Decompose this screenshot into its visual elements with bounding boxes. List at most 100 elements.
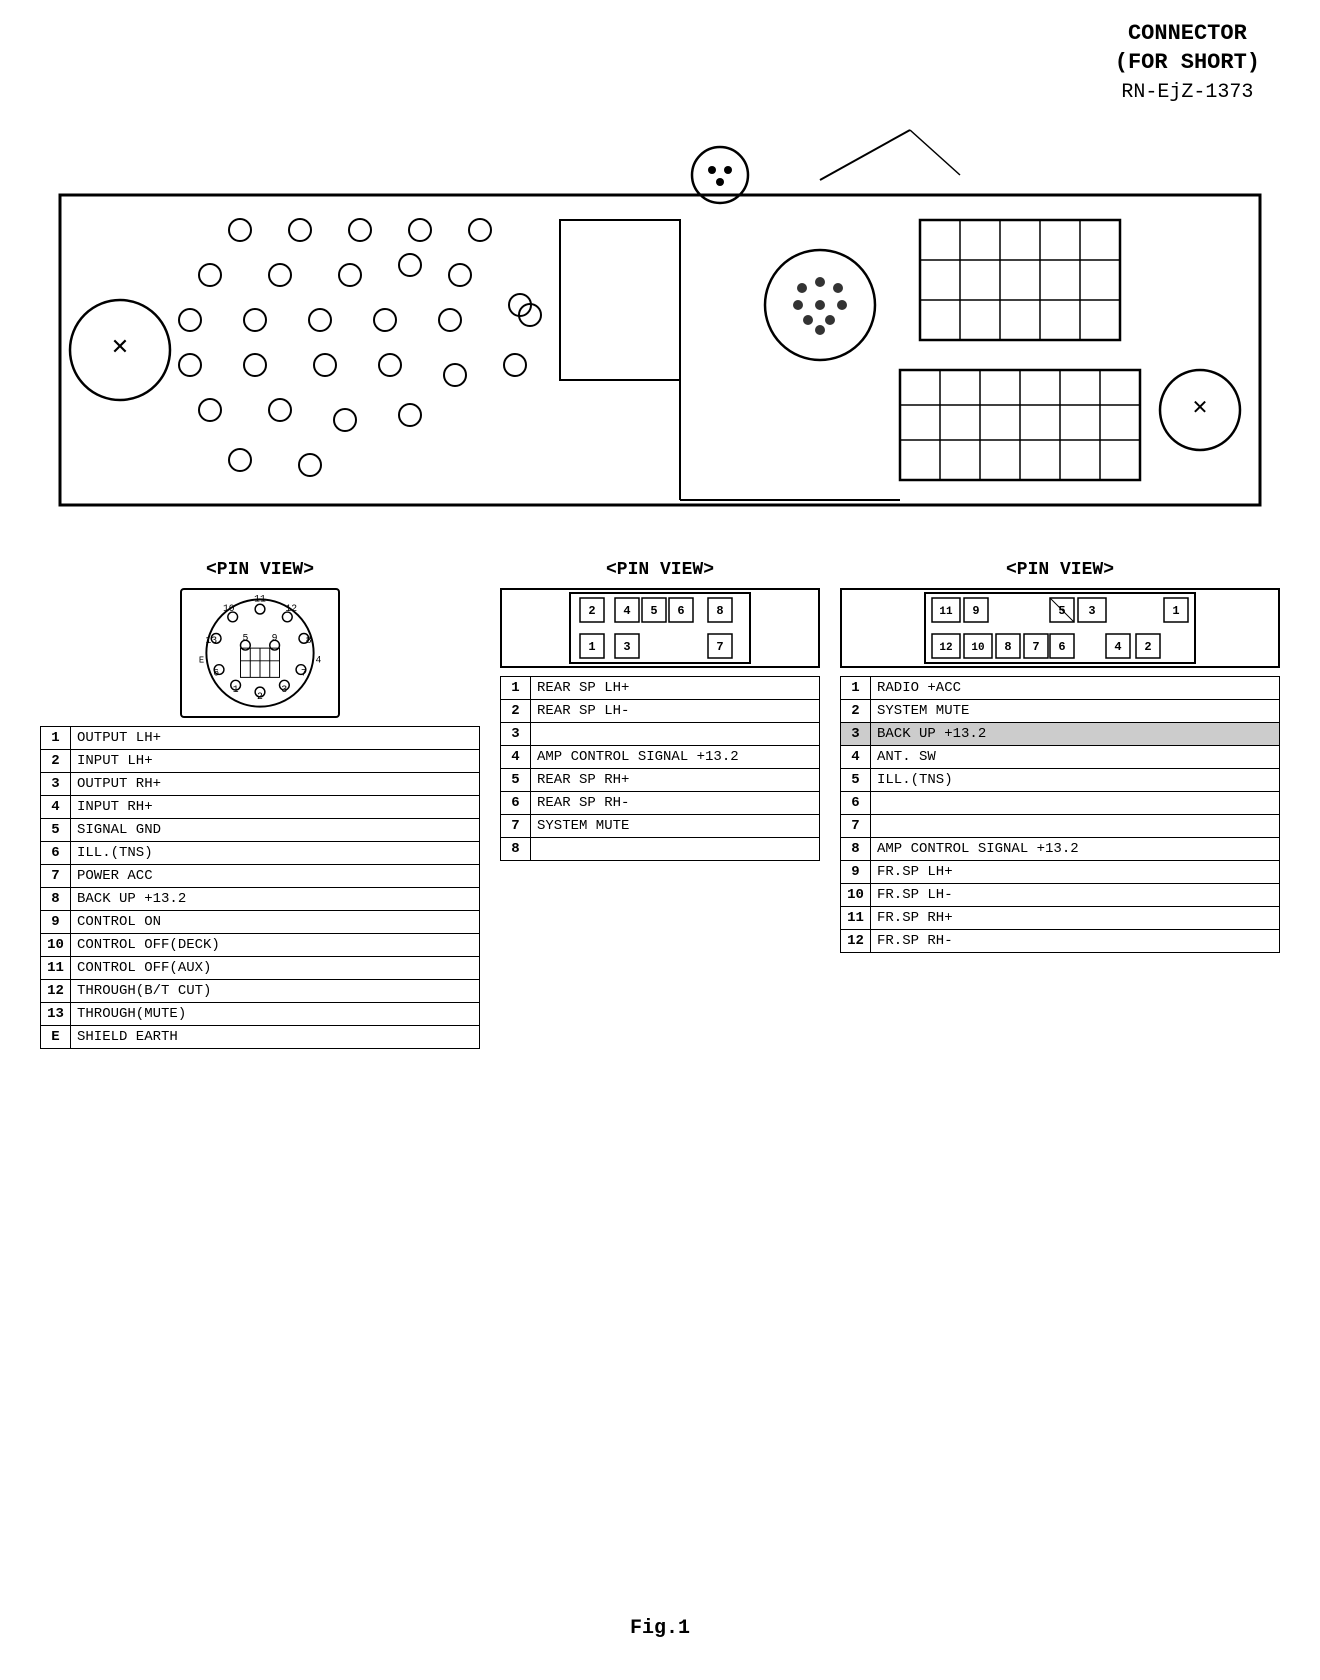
- pin-number: 5: [501, 769, 531, 792]
- pin-number: 10: [841, 884, 871, 907]
- pin-label: OUTPUT LH+: [71, 727, 480, 750]
- pin-number: 2: [501, 700, 531, 723]
- table-row: 1OUTPUT LH+: [41, 727, 480, 750]
- pin-number: 11: [841, 907, 871, 930]
- pin-number: 12: [841, 930, 871, 953]
- table-row: 6ILL.(TNS): [41, 842, 480, 865]
- pin-label: ILL.(TNS): [871, 769, 1280, 792]
- svg-text:2: 2: [588, 604, 595, 618]
- pin-label: THROUGH(MUTE): [71, 1003, 480, 1026]
- svg-text:9: 9: [972, 604, 979, 618]
- table-row: ESHIELD EARTH: [41, 1026, 480, 1049]
- pin-number: 8: [41, 888, 71, 911]
- pin-label: FR.SP RH-: [871, 930, 1280, 953]
- pin-number: 7: [501, 815, 531, 838]
- table-row: 4ANT. SW: [841, 746, 1280, 769]
- device-diagram: ✕ ✕: [40, 120, 1280, 540]
- pin-label: POWER ACC: [71, 865, 480, 888]
- pin-label: REAR SP LH-: [531, 700, 820, 723]
- pin-number: 9: [41, 911, 71, 934]
- svg-text:9: 9: [272, 632, 278, 643]
- table-row: 5ILL.(TNS): [841, 769, 1280, 792]
- svg-text:✕: ✕: [1192, 397, 1209, 419]
- pin-view-center-block: <PIN VIEW> 2 4 5 6 8: [500, 560, 820, 861]
- pin-label: FR.SP LH-: [871, 884, 1280, 907]
- pin-label: SHIELD EARTH: [71, 1026, 480, 1049]
- table-row: 12THROUGH(B/T CUT): [41, 980, 480, 1003]
- table-row: 1REAR SP LH+: [501, 677, 820, 700]
- svg-text:8: 8: [1004, 640, 1011, 654]
- pin-label: BACK UP +13.2: [71, 888, 480, 911]
- right-connector-diagram: 11 9 5 3 1 12 10 8: [840, 588, 1280, 668]
- pin-number: 11: [41, 957, 71, 980]
- svg-text:5: 5: [1058, 604, 1065, 618]
- pin-view-left-title: <PIN VIEW>: [40, 560, 480, 580]
- table-row: 2REAR SP LH-: [501, 700, 820, 723]
- svg-text:7: 7: [716, 640, 723, 654]
- pin-label: REAR SP LH+: [531, 677, 820, 700]
- svg-text:5: 5: [242, 632, 248, 643]
- table-row: 10CONTROL OFF(DECK): [41, 934, 480, 957]
- svg-text:10: 10: [971, 642, 984, 654]
- table-row: 13THROUGH(MUTE): [41, 1003, 480, 1026]
- pin-label: RADIO +ACC: [871, 677, 1280, 700]
- table-row: 5SIGNAL GND: [41, 819, 480, 842]
- pin-label: ANT. SW: [871, 746, 1280, 769]
- pin-number: 3: [501, 723, 531, 746]
- table-row: 4AMP CONTROL SIGNAL +13.2: [501, 746, 820, 769]
- pin-number: 4: [841, 746, 871, 769]
- pin-label: SYSTEM MUTE: [531, 815, 820, 838]
- pin-view-right-block: <PIN VIEW> 11 9 5 3 1: [840, 560, 1280, 953]
- pin-label: ILL.(TNS): [71, 842, 480, 865]
- svg-text:E: E: [199, 656, 204, 666]
- pin-number: 4: [501, 746, 531, 769]
- svg-text:2: 2: [1144, 640, 1151, 654]
- fig-label: Fig.1: [630, 1617, 690, 1640]
- table-row: 7: [841, 815, 1280, 838]
- table-row: 3BACK UP +13.2: [841, 723, 1280, 746]
- pin-number: 5: [841, 769, 871, 792]
- center-connector-diagram: 2 4 5 6 8 1 3 7: [500, 588, 820, 668]
- pin-number: 3: [841, 723, 871, 746]
- pin-number: 2: [841, 700, 871, 723]
- pin-label: CONTROL OFF(DECK): [71, 934, 480, 957]
- pin-number: 8: [501, 838, 531, 861]
- pin-label: SIGNAL GND: [71, 819, 480, 842]
- pin-number: 1: [501, 677, 531, 700]
- pin-number: 6: [41, 842, 71, 865]
- header-title: CONNECTOR: [1115, 20, 1260, 49]
- svg-text:6: 6: [1058, 640, 1065, 654]
- pin-label: [531, 838, 820, 861]
- table-row: 11FR.SP RH+: [841, 907, 1280, 930]
- table-row: 6: [841, 792, 1280, 815]
- table-row: 9CONTROL ON: [41, 911, 480, 934]
- table-row: 8AMP CONTROL SIGNAL +13.2: [841, 838, 1280, 861]
- svg-text:7: 7: [1032, 640, 1039, 654]
- pin-label: INPUT RH+: [71, 796, 480, 819]
- pin-number: 10: [41, 934, 71, 957]
- pin-label: AMP CONTROL SIGNAL +13.2: [531, 746, 820, 769]
- svg-text:1: 1: [588, 640, 595, 654]
- pin-number: 8: [841, 838, 871, 861]
- pin-view-left-block: <PIN VIEW> 11 12 10 8 13 5: [40, 560, 480, 1049]
- pin-label: BACK UP +13.2: [871, 723, 1280, 746]
- pin-number: 12: [41, 980, 71, 1003]
- pin-label: FR.SP RH+: [871, 907, 1280, 930]
- table-row: 2INPUT LH+: [41, 750, 480, 773]
- pin-number: E: [41, 1026, 71, 1049]
- table-row: 5REAR SP RH+: [501, 769, 820, 792]
- svg-text:4: 4: [1114, 640, 1121, 654]
- svg-text:8: 8: [716, 604, 723, 618]
- svg-text:✕: ✕: [111, 334, 129, 359]
- pin-label: [871, 792, 1280, 815]
- table-row: 11CONTROL OFF(AUX): [41, 957, 480, 980]
- table-row: 8BACK UP +13.2: [41, 888, 480, 911]
- pin-number: 5: [41, 819, 71, 842]
- svg-text:11: 11: [254, 593, 266, 604]
- svg-text:3: 3: [1088, 604, 1095, 618]
- pin-label: REAR SP RH+: [531, 769, 820, 792]
- svg-text:12: 12: [939, 642, 952, 654]
- pin-number: 9: [841, 861, 871, 884]
- pin-number: 3: [41, 773, 71, 796]
- pin-label: [871, 815, 1280, 838]
